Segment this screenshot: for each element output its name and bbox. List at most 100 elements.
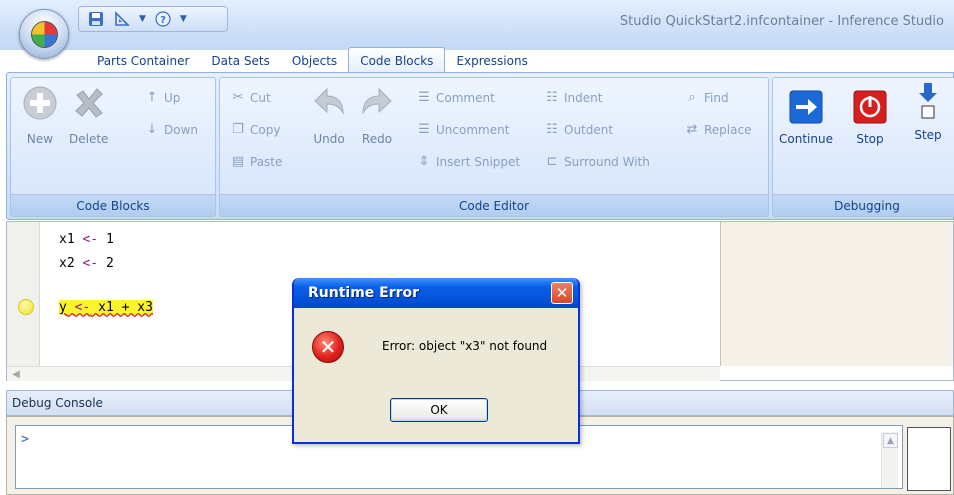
indent-button[interactable]: ☷ Indent [544, 90, 602, 105]
uncomment-icon: ☰ [418, 122, 430, 137]
replace-icon: ⇄ [686, 122, 698, 137]
qat-dropdown-icon[interactable]: ▼ [139, 14, 146, 24]
tab-objects[interactable]: Objects [281, 49, 348, 73]
group-label-code-blocks: Code Blocks [11, 194, 215, 216]
uncomment-label: Uncomment [436, 122, 510, 137]
title-bar: ▼ ? ▼ Studio QuickStart2.infcontainer - … [0, 0, 954, 50]
stop-icon [851, 88, 889, 126]
replace-button[interactable]: ⇄ Replace [684, 122, 752, 137]
surround-icon: ⊏ [546, 154, 558, 169]
group-label-debugging: Debugging [773, 194, 954, 216]
app-logo-icon [31, 21, 58, 48]
quick-access-toolbar: ▼ ? ▼ [78, 6, 228, 32]
tab-expressions[interactable]: Expressions [445, 49, 538, 73]
indent-icon: ☷ [546, 90, 558, 105]
outdent-button[interactable]: ☷ Outdent [544, 122, 613, 137]
indent-label: Indent [564, 90, 603, 105]
undo-icon [310, 84, 348, 122]
code-operator: <- [82, 256, 99, 271]
group-code-blocks: New Delete ↑ Up ↓ Down Code Blocks [10, 77, 216, 217]
code-token: 2 [105, 256, 114, 271]
scroll-left-icon[interactable]: ◀ [9, 367, 23, 381]
down-button[interactable]: ↓ Down [144, 122, 198, 137]
close-icon: ✕ [555, 284, 569, 302]
copy-button[interactable]: ❐ Copy [230, 122, 280, 137]
cut-button[interactable]: ✂ Cut [230, 90, 271, 105]
save-icon[interactable] [87, 10, 105, 28]
undo-button[interactable]: Undo [310, 84, 348, 146]
add-icon [21, 84, 59, 122]
stop-button[interactable]: Stop [851, 88, 889, 146]
down-label: Down [164, 122, 199, 137]
continue-icon [787, 88, 825, 126]
window-title: Studio QuickStart2.infcontainer - Infere… [619, 14, 944, 29]
up-button[interactable]: ↑ Up [144, 90, 181, 105]
console-vertical-scrollbar[interactable]: ▲ [881, 432, 898, 488]
comment-icon: ☰ [418, 90, 430, 105]
new-button[interactable]: New [21, 84, 59, 146]
editor-gutter[interactable] [7, 222, 40, 366]
step-into-icon [909, 82, 947, 120]
arrow-down-icon: ↓ [146, 122, 158, 137]
dialog-title: Runtime Error [308, 285, 420, 301]
continue-label: Continue [779, 132, 833, 146]
outdent-icon: ☷ [546, 122, 558, 137]
current-line-marker-icon [18, 299, 34, 315]
help-icon[interactable]: ? [154, 10, 172, 28]
dialog-title-bar[interactable]: Runtime Error ✕ [294, 278, 578, 308]
dialog-message: Error: object "x3" not found [382, 339, 548, 353]
step-button[interactable]: Step [909, 82, 947, 142]
ok-button[interactable]: OK [390, 398, 488, 422]
replace-label: Replace [704, 122, 752, 137]
copy-icon: ❐ [232, 122, 244, 137]
help-dropdown-icon[interactable]: ▼ [180, 14, 187, 24]
console-side-panel [907, 427, 951, 491]
find-label: Find [704, 90, 729, 105]
code-operator: <- [74, 300, 91, 315]
surround-with-button[interactable]: ⊏ Surround With [544, 154, 650, 169]
tab-parts-container[interactable]: Parts Container [86, 49, 200, 73]
paste-button[interactable]: ▤ Paste [230, 154, 283, 169]
copy-label: Copy [250, 122, 281, 137]
code-line-error: y <- x1 + x3 [59, 300, 153, 315]
redo-button[interactable]: Redo [358, 84, 396, 146]
code-token: x1 [59, 232, 75, 247]
comment-button[interactable]: ☰ Comment [416, 90, 495, 105]
delete-button[interactable]: Delete [69, 84, 108, 146]
tab-code-blocks[interactable]: Code Blocks [348, 47, 446, 73]
undo-label: Undo [313, 132, 345, 146]
tab-data-sets[interactable]: Data Sets [200, 49, 280, 73]
arrow-up-icon: ↑ [146, 90, 158, 105]
snippet-icon: ⇕ [418, 154, 430, 169]
uncomment-button[interactable]: ☰ Uncomment [416, 122, 509, 137]
application-menu-button[interactable] [19, 9, 69, 59]
outdent-label: Outdent [564, 122, 614, 137]
find-icon: ⌕ [688, 90, 696, 105]
ruler-icon[interactable] [113, 10, 131, 28]
error-icon: ✕ [312, 331, 344, 363]
console-prompt: > [21, 432, 29, 447]
code-token: y [59, 300, 67, 315]
code-token: x2 [59, 256, 75, 271]
redo-icon [358, 84, 396, 122]
delete-icon [70, 84, 108, 122]
comment-label: Comment [436, 90, 495, 105]
scroll-up-icon[interactable]: ▲ [883, 433, 898, 448]
ribbon: New Delete ↑ Up ↓ Down Code Blocks ✂ Cut… [6, 72, 954, 220]
group-label-code-editor: Code Editor [220, 194, 768, 216]
scissors-icon: ✂ [232, 90, 244, 105]
stop-label: Stop [856, 132, 884, 146]
svg-text:?: ? [160, 15, 166, 26]
insert-snippet-label: Insert Snippet [436, 154, 521, 169]
continue-button[interactable]: Continue [779, 88, 833, 146]
paste-label: Paste [250, 154, 283, 169]
ribbon-tabs: Parts Container Data Sets Objects Code B… [86, 47, 539, 73]
code-operator: <- [82, 232, 99, 247]
debug-console-title: Debug Console [12, 396, 103, 410]
surround-with-label: Surround With [564, 154, 650, 169]
code-line-2: x2 <- 2 [59, 256, 114, 271]
find-button[interactable]: ⌕ Find [684, 90, 729, 105]
insert-snippet-button[interactable]: ⇕ Insert Snippet [416, 154, 521, 169]
group-code-editor: ✂ Cut ❐ Copy ▤ Paste Undo Redo ☰ Comment [219, 77, 769, 217]
dialog-close-button[interactable]: ✕ [551, 282, 573, 304]
